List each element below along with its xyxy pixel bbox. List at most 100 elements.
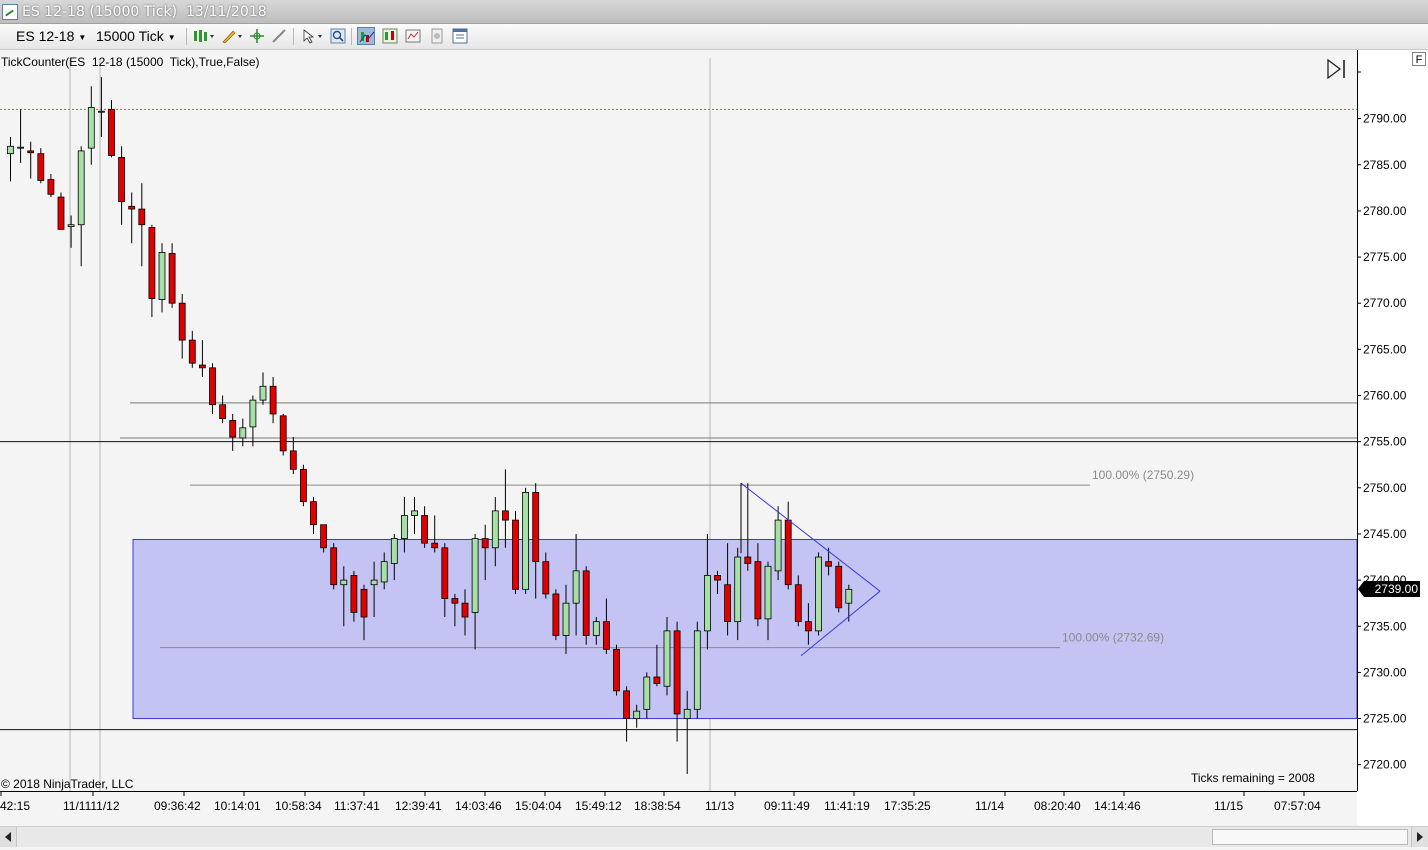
candle-body bbox=[835, 565, 843, 609]
candle-body bbox=[310, 501, 317, 526]
interval-label: 15000 Tick bbox=[96, 28, 164, 44]
candle-body bbox=[532, 492, 540, 563]
candle-body bbox=[673, 630, 681, 715]
price-tick-label: 2780.00 bbox=[1363, 204, 1407, 218]
time-tick-label: 11/13 bbox=[705, 799, 734, 813]
candle-body bbox=[360, 588, 368, 618]
pointer-icon bbox=[303, 29, 322, 44]
candle-body bbox=[67, 224, 75, 227]
supply-demand-zone[interactable] bbox=[132, 538, 1358, 720]
interval-selector[interactable]: 15000 Tick ▼ bbox=[96, 28, 176, 44]
candle-body bbox=[219, 404, 227, 419]
instrument-selector[interactable]: ES 12-18 ▼ bbox=[16, 28, 86, 44]
candle-body bbox=[239, 427, 247, 439]
go-to-end-button[interactable] bbox=[1325, 58, 1349, 80]
candle-body bbox=[653, 676, 661, 684]
bar-type-icon bbox=[194, 30, 214, 42]
candle-body bbox=[633, 710, 641, 719]
price-tick-label: 2725.00 bbox=[1363, 712, 1407, 726]
candle-body bbox=[501, 510, 509, 521]
candle-body bbox=[623, 690, 630, 719]
candle-body bbox=[269, 385, 277, 415]
candle-body bbox=[178, 302, 186, 341]
time-tick-label: 15:04:04 bbox=[515, 799, 562, 813]
properties-button[interactable] bbox=[428, 27, 446, 45]
candle-body bbox=[643, 676, 651, 710]
candle-body bbox=[279, 415, 287, 452]
candle-body bbox=[138, 208, 146, 226]
last-price-value: 2739.00 bbox=[1374, 582, 1418, 596]
price-tick-label: 2785.00 bbox=[1363, 158, 1407, 172]
instrument-label: ES 12-18 bbox=[16, 28, 75, 44]
candle-body bbox=[87, 107, 95, 149]
candle-body bbox=[431, 542, 439, 549]
measure-button[interactable] bbox=[270, 27, 288, 45]
chart-trader-button[interactable] bbox=[404, 27, 422, 45]
time-tick-label: 11/1111/12 bbox=[63, 799, 120, 813]
candle-body bbox=[572, 570, 580, 604]
time-tick-label: 42:15 bbox=[0, 799, 30, 813]
chart-toolbar: ES 12-18 ▼ 15000 Tick ▼ bbox=[0, 24, 1428, 50]
properties-icon bbox=[431, 28, 443, 44]
scroll-right-button[interactable] bbox=[1411, 827, 1428, 847]
ticks-remaining-text: Ticks remaining = 2008 bbox=[1191, 771, 1315, 785]
candle-body bbox=[491, 510, 499, 549]
scroll-left-button[interactable] bbox=[0, 827, 17, 847]
candle-body bbox=[471, 538, 479, 613]
price-tick-label: 2775.00 bbox=[1363, 250, 1407, 264]
time-tick-label: 17:35:25 bbox=[884, 799, 931, 813]
candle-body bbox=[289, 450, 297, 470]
indicators-button[interactable] bbox=[357, 27, 375, 45]
zoom-button[interactable] bbox=[329, 27, 347, 45]
price-tick-label: 2760.00 bbox=[1363, 389, 1407, 403]
f-button[interactable]: F bbox=[1412, 52, 1426, 66]
candle-body bbox=[461, 602, 469, 618]
candle-body bbox=[441, 547, 449, 599]
horizontal-scrollbar[interactable] bbox=[0, 826, 1428, 847]
chevron-down-icon: ▼ bbox=[167, 32, 176, 42]
price-tick-label: 2730.00 bbox=[1363, 665, 1407, 679]
scroll-thumb[interactable] bbox=[1212, 829, 1408, 845]
drawing-tool-button[interactable] bbox=[220, 27, 242, 45]
copyright-text: © 2018 NinjaTrader, LLC bbox=[1, 777, 134, 791]
candle-body bbox=[400, 515, 408, 539]
title-bar: ES 12-18 (15000 Tick) 13/11/2018 bbox=[0, 0, 1428, 24]
candle-body bbox=[663, 630, 671, 687]
price-chart[interactable]: 100.00% (2750.29) 100.00% (2732.69) 2790.… bbox=[0, 50, 1428, 826]
strategies-button[interactable] bbox=[381, 27, 399, 45]
candle-body bbox=[683, 708, 691, 719]
candle-body bbox=[340, 579, 348, 586]
price-tick-label: 2755.00 bbox=[1363, 435, 1407, 449]
price-tick-label: 2750.00 bbox=[1363, 481, 1407, 495]
candle-body bbox=[37, 153, 45, 181]
indicators-icon bbox=[359, 31, 375, 43]
candle-body bbox=[522, 492, 529, 590]
price-tick-label: 2745.00 bbox=[1363, 527, 1407, 541]
candle-body bbox=[370, 579, 378, 586]
measure-icon bbox=[272, 29, 286, 43]
candle-body bbox=[209, 367, 216, 406]
candle-body bbox=[815, 556, 822, 632]
bar-type-button[interactable] bbox=[192, 27, 214, 45]
candle-body bbox=[784, 519, 792, 586]
candle-body bbox=[754, 561, 762, 620]
chart-trader-icon bbox=[405, 29, 421, 43]
candle-body bbox=[158, 252, 166, 300]
time-tick-label: 18:38:54 bbox=[634, 799, 681, 813]
data-box-button[interactable] bbox=[451, 27, 469, 45]
arrow-left-icon bbox=[5, 832, 11, 842]
pointer-button[interactable] bbox=[300, 27, 322, 45]
time-tick-label: 14:14:46 bbox=[1094, 799, 1141, 813]
candle-body bbox=[118, 156, 125, 203]
candle-body bbox=[693, 630, 701, 710]
candle-body bbox=[229, 420, 237, 438]
candle-body bbox=[108, 108, 115, 156]
price-tick-label: 2790.00 bbox=[1363, 112, 1407, 126]
candle-body bbox=[421, 515, 429, 544]
toolbar-divider bbox=[186, 28, 187, 45]
crosshair-button[interactable] bbox=[248, 27, 266, 45]
chevron-down-icon: ▼ bbox=[78, 32, 87, 42]
time-tick-label: 09:11:49 bbox=[764, 799, 810, 813]
zoom-icon bbox=[330, 28, 346, 44]
candle-body bbox=[845, 588, 853, 604]
